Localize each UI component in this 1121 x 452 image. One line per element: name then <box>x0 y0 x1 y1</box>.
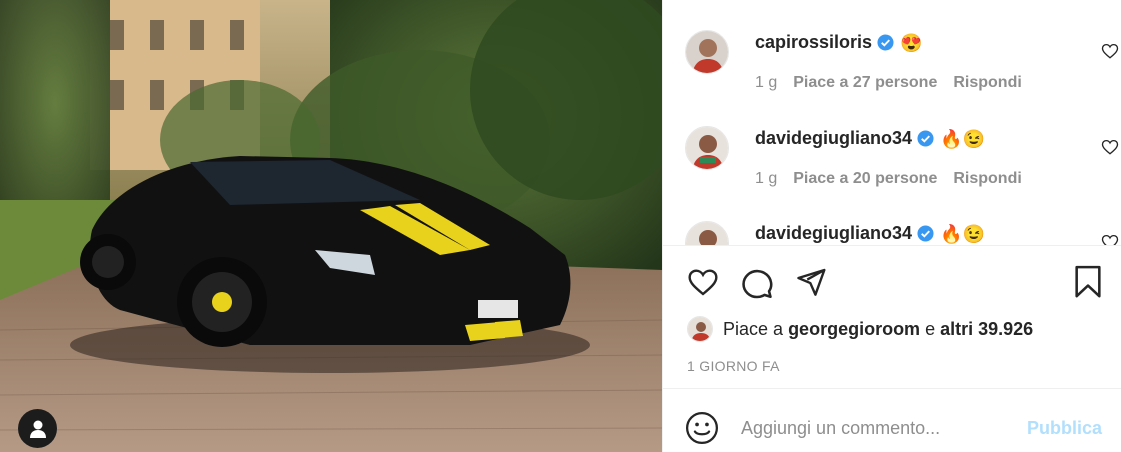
avatar-image <box>686 31 728 73</box>
emoji-smiley-icon[interactable] <box>685 411 719 445</box>
comment-meta: 1 g Piace a 20 persone Rispondi <box>755 170 1022 188</box>
comment-meta: 1 g Piace a 27 persone Rispondi <box>755 74 1022 92</box>
comment-like-heart-icon[interactable] <box>1101 233 1119 245</box>
publish-button[interactable]: Pubblica <box>1027 418 1102 439</box>
likes-connector: e <box>925 318 936 339</box>
share-button[interactable] <box>791 262 831 302</box>
user-tag-button[interactable] <box>18 409 57 448</box>
avatar[interactable] <box>685 221 729 245</box>
comments-list[interactable]: capirossiloris 😍 1 g Piace a 27 persone … <box>663 0 1121 245</box>
avatar[interactable] <box>685 30 729 74</box>
comment-like-heart-icon[interactable] <box>1101 42 1119 60</box>
verified-badge-icon <box>877 34 894 51</box>
comment-button[interactable] <box>737 262 777 302</box>
comment-age: 1 g <box>755 170 778 187</box>
comment-likes-link[interactable]: Piace a 20 persone <box>793 170 937 188</box>
bookmark-icon <box>1075 265 1101 298</box>
like-button[interactable] <box>683 262 723 302</box>
post-timestamp[interactable]: 1 GIORNO FA <box>687 358 780 374</box>
post-photo[interactable] <box>0 0 662 452</box>
liker-username[interactable]: georgegioroom <box>788 319 920 340</box>
comment-header: capirossiloris 😍 <box>755 32 922 53</box>
comment-bubble-icon <box>742 269 773 299</box>
verified-badge-icon <box>917 225 934 242</box>
comment-username[interactable]: davidegiugliano34 <box>755 223 912 244</box>
heart-icon <box>688 269 718 296</box>
comment-username[interactable]: capirossiloris <box>755 32 872 53</box>
comment-header: davidegiugliano34 🔥😉 <box>755 223 985 244</box>
comment-age: 1 g <box>755 74 778 91</box>
reply-button[interactable]: Rispondi <box>953 170 1021 188</box>
avatar-image <box>686 222 728 245</box>
comment-likes-link[interactable]: Piace a 27 persone <box>793 74 937 92</box>
add-comment-section: Pubblica <box>663 403 1121 452</box>
comment-header: davidegiugliano34 🔥😉 <box>755 128 985 149</box>
comment-text: 🔥😉 <box>940 128 985 149</box>
user-tag-icon <box>29 420 46 438</box>
car-photo-illustration <box>0 0 662 452</box>
liker-avatar-image <box>688 317 712 341</box>
comment-input[interactable] <box>741 413 1041 443</box>
post-side-panel: capirossiloris 😍 1 g Piace a 27 persone … <box>662 0 1121 452</box>
divider <box>663 388 1121 389</box>
avatar[interactable] <box>685 126 729 170</box>
comment-text: 😍 <box>900 32 923 53</box>
likes-prefix: Piace a <box>723 318 784 339</box>
reply-button[interactable]: Rispondi <box>953 74 1021 92</box>
comment-username[interactable]: davidegiugliano34 <box>755 128 912 149</box>
verified-badge-icon <box>917 130 934 147</box>
post-action-bar <box>663 262 1121 308</box>
save-button[interactable] <box>1068 262 1108 302</box>
avatar-image <box>686 127 728 169</box>
likes-others-link[interactable]: altri 39.926 <box>940 319 1033 340</box>
comment-like-heart-icon[interactable] <box>1101 138 1119 156</box>
comment-text: 🔥😉 <box>940 223 985 244</box>
likes-summary: Piace a georgegioroom e altri 39.926 <box>687 316 1033 342</box>
divider <box>663 245 1121 246</box>
paper-plane-icon <box>797 268 826 296</box>
liker-avatar[interactable] <box>687 316 713 342</box>
